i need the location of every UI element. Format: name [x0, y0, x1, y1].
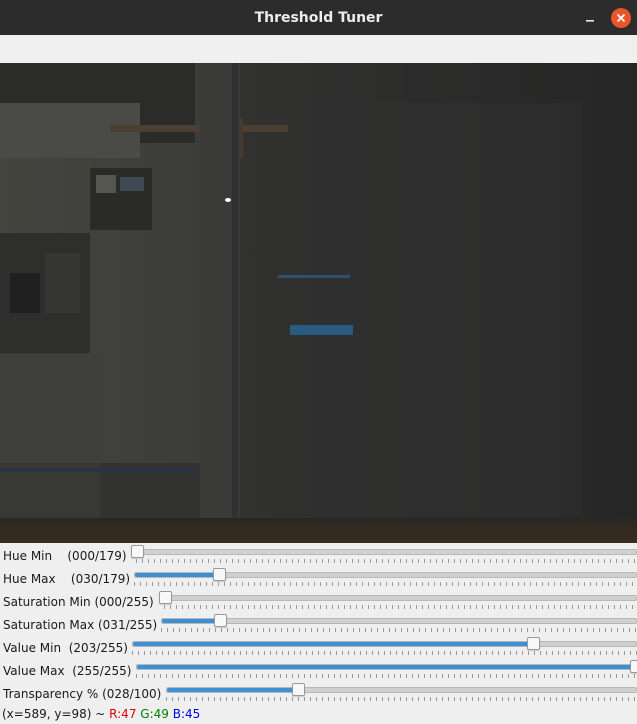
slider-saturation-max: Saturation Max (031/255) [0, 613, 637, 636]
slider-fill [162, 619, 220, 623]
slider-track[interactable] [166, 683, 637, 696]
slider-ticks [132, 651, 637, 655]
slider-thumb[interactable] [131, 545, 144, 558]
pixel-green-value: G:49 [140, 707, 169, 721]
slider-track[interactable] [161, 614, 637, 627]
slider-thumb[interactable] [159, 591, 172, 604]
slider-label: Hue Min (000/179) [3, 549, 127, 563]
slider-label: Saturation Min (000/255) [3, 595, 154, 609]
minimize-button[interactable] [580, 8, 600, 28]
slider-ticks [166, 697, 637, 701]
slider-thumb[interactable] [630, 660, 637, 673]
camera-frame-image [0, 63, 637, 543]
slider-label: Hue Max (030/179) [3, 572, 131, 586]
slider-track[interactable] [136, 660, 637, 673]
window-title: Threshold Tuner [254, 9, 383, 26]
status-bar: (x=589, y=98) ~ R:47 G:49 B:45 [0, 704, 637, 724]
slider-panel: Hue Min (000/179) Hue Max (030/179) Satu… [0, 543, 637, 704]
title-bar: Threshold Tuner [0, 0, 637, 35]
slider-fill [135, 573, 219, 577]
slider-ticks [134, 582, 637, 586]
slider-transparency: Transparency % (028/100) [0, 682, 637, 705]
slider-label: Value Max (255/255) [3, 664, 132, 678]
slider-track[interactable] [134, 568, 637, 581]
slider-saturation-min: Saturation Min (000/255) [0, 590, 637, 613]
slider-fill [137, 665, 636, 669]
slider-thumb[interactable] [212, 568, 226, 581]
slider-label: Transparency % (028/100) [3, 687, 162, 701]
slider-track[interactable] [159, 591, 637, 604]
cursor-coordinates: (x=589, y=98) ~ [2, 707, 110, 721]
slider-ticks [161, 628, 637, 632]
pixel-blue-value: B:45 [172, 707, 201, 721]
slider-value-min: Value Min (203/255) [0, 636, 637, 659]
slider-ticks [136, 559, 637, 563]
close-icon [617, 14, 625, 22]
slider-ticks [136, 674, 637, 678]
slider-hue-min: Hue Min (000/179) [0, 544, 637, 567]
slider-track[interactable] [132, 637, 637, 650]
slider-thumb[interactable] [213, 614, 227, 627]
slider-label: Value Min (203/255) [3, 641, 128, 655]
slider-hue-max: Hue Max (030/179) [0, 567, 637, 590]
slider-track[interactable] [131, 545, 637, 558]
close-button[interactable] [611, 8, 631, 28]
slider-value-max: Value Max (255/255) [0, 659, 637, 682]
slider-ticks [164, 605, 637, 609]
slider-thumb[interactable] [527, 637, 541, 650]
pixel-red-value: R:47 [109, 707, 137, 721]
slider-thumb[interactable] [292, 683, 306, 696]
toolbar [0, 35, 637, 64]
minimize-icon [586, 20, 594, 22]
camera-preview[interactable] [0, 63, 637, 543]
slider-label: Saturation Max (031/255) [3, 618, 158, 632]
slider-fill [167, 688, 299, 692]
slider-fill [133, 642, 534, 646]
